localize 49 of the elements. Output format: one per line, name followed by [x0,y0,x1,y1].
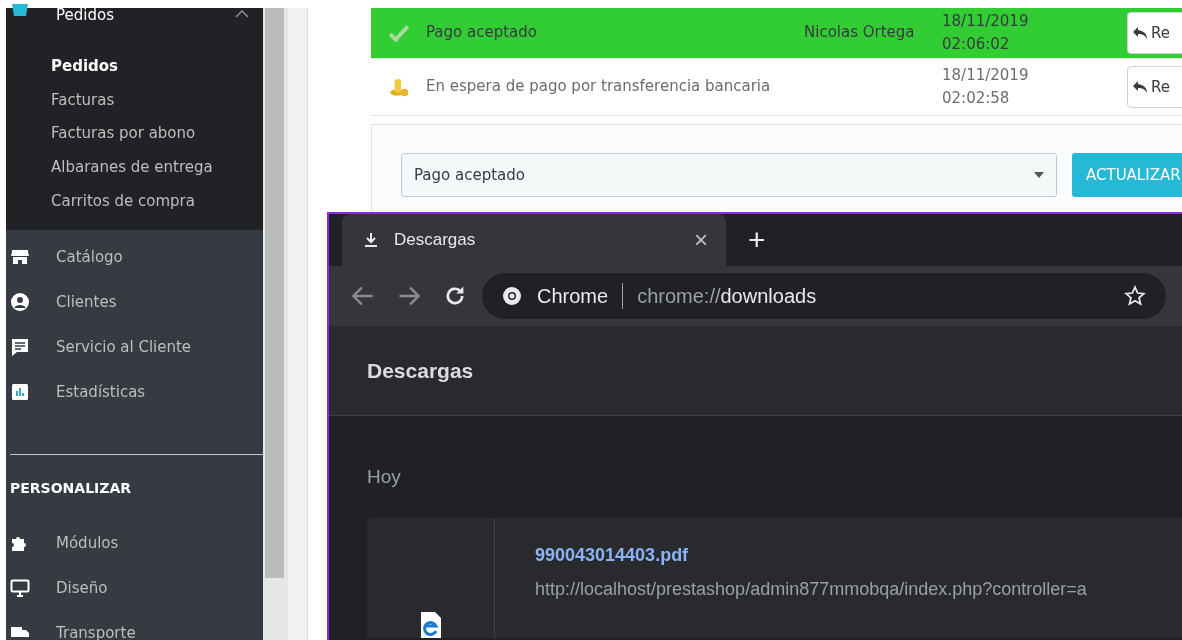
status-text: En espera de pago por transferencia bancaria [426,76,772,98]
chat-icon [10,336,30,357]
source-url: http://localhost/prestashop/admin877mmobqa/index.php?controller=a [535,579,1087,600]
tab-title: Descargas [394,230,477,250]
menu-item[interactable]: Pedidos [56,8,114,22]
section-title: PERSONALIZAR [9,479,133,499]
menu-item[interactable]: Estadísticas [56,382,146,401]
date-time: 18/11/2019 02:06:02 [942,10,1030,55]
coins-icon [387,76,410,98]
new-tab-button[interactable]: + [748,223,766,257]
chart-icon [10,381,30,402]
menu-item[interactable]: Diseño [56,578,108,597]
menu-item[interactable]: Módulos [56,533,119,552]
site-label: Chrome [537,284,609,308]
user-icon [10,291,30,312]
download-icon [364,232,378,248]
check-icon [387,22,410,44]
menu-item[interactable]: Clientes [56,292,117,311]
caret-icon [1034,172,1044,178]
page-title: Descargas [367,358,474,383]
submenu-item[interactable]: Facturas por abono [6,117,263,152]
submenu-item[interactable]: Carritos de compra [6,184,263,219]
close-tab-button[interactable]: × [694,226,708,254]
chevron-up-icon[interactable] [235,10,249,18]
forward-icon[interactable] [397,284,421,308]
browser-tab[interactable]: Descargas × [342,214,726,266]
resend-button[interactable]: Re [1127,12,1182,54]
reply-icon [1132,26,1148,40]
menu-item[interactable]: Catálogo [56,247,123,266]
url-text: chrome://downloads [637,284,817,308]
menu-item[interactable]: Servicio al Cliente [56,337,192,356]
resend-button[interactable]: Re [1127,66,1182,108]
status-text: Pago aceptado [426,22,538,44]
address-bar[interactable]: Chrome chrome://downloads [482,273,1166,319]
employee-name: Nicolas Ortega [804,23,915,42]
file-link[interactable]: 990043014403.pdf [535,545,1087,566]
date-time: 18/11/2019 02:02:58 [942,64,1030,109]
status-select[interactable]: Pago aceptado [401,153,1057,197]
submenu-item[interactable]: Facturas [6,83,263,118]
date-group-label: Hoy [367,465,402,489]
back-icon[interactable] [351,284,375,308]
star-icon[interactable] [1124,285,1146,307]
reply-icon [1132,80,1148,94]
submenu-item[interactable]: Albaranes de entrega [6,151,263,185]
chrome-logo-icon [502,286,522,306]
file-icon [418,612,443,638]
monitor-icon [10,577,30,598]
scrollbar-thumb[interactable] [265,8,284,578]
submenu-item[interactable]: Pedidos [6,50,263,84]
